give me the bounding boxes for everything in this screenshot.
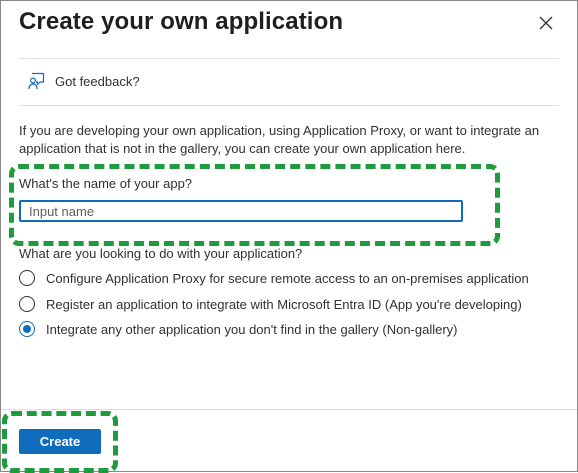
feedback-link[interactable]: Got feedback? [27,71,140,91]
close-icon [537,14,555,32]
create-application-panel: Create your own application Got feedback… [0,0,578,473]
intro-text: If you are developing your own applicati… [19,123,540,156]
close-button[interactable] [537,14,555,32]
radio-button[interactable] [19,296,35,312]
radio-button[interactable] [19,270,35,286]
option-register-entra-id[interactable]: Register an application to integrate wit… [19,296,522,312]
app-name-input[interactable] [19,200,463,222]
radio-button-selected[interactable] [19,321,35,337]
feedback-person-icon [27,71,47,91]
feedback-label: Got feedback? [55,73,140,89]
option-label: Configure Application Proxy for secure r… [46,270,529,286]
create-button[interactable]: Create [19,429,101,454]
option-label: Register an application to integrate wit… [46,296,522,312]
purpose-label: What are you looking to do with your app… [19,246,303,261]
option-label: Integrate any other application you don'… [46,321,458,337]
option-non-gallery[interactable]: Integrate any other application you don'… [19,321,458,337]
feedback-bar: Got feedback? [19,58,559,106]
footer-divider [1,409,577,410]
option-application-proxy[interactable]: Configure Application Proxy for secure r… [19,270,529,286]
app-name-label: What's the name of your app? [19,176,193,191]
dialog-title: Create your own application [19,8,344,35]
